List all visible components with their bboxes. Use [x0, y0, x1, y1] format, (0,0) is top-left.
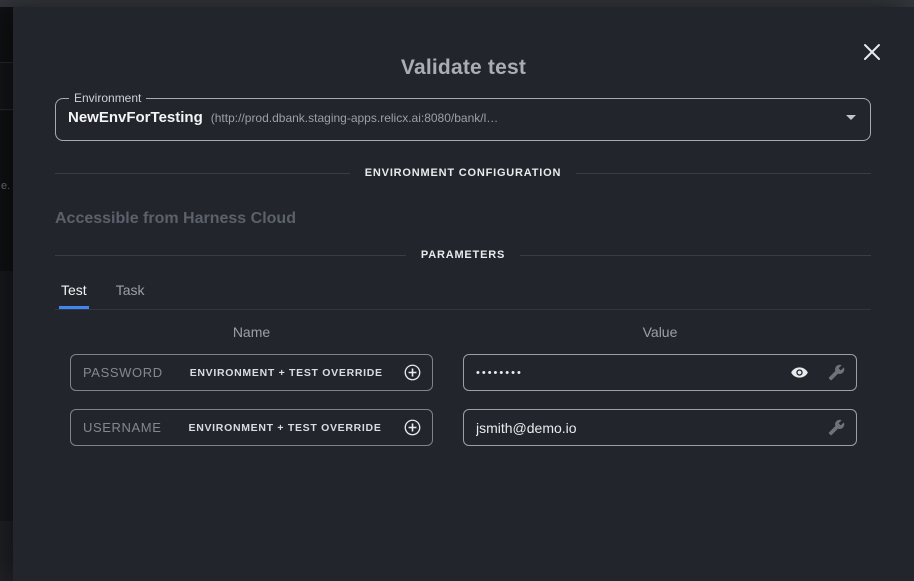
parameters-table-header: Name Value — [70, 324, 871, 340]
param-value-cell-password — [463, 354, 857, 391]
background-app-strip: e. — [0, 7, 13, 581]
wrench-icon — [828, 419, 845, 436]
background-app-section — [0, 7, 13, 63]
add-override-button[interactable] — [403, 363, 422, 382]
divider-line — [520, 255, 871, 256]
divider-line — [55, 173, 350, 174]
environment-configuration-caption: ENVIRONMENT CONFIGURATION — [365, 167, 561, 179]
divider-line — [576, 173, 871, 174]
background-clipped-text: e. — [1, 180, 10, 192]
param-name-label: PASSWORD — [83, 365, 163, 380]
configure-password-button[interactable] — [828, 364, 845, 381]
param-name-cell-password: PASSWORD ENVIRONMENT + TEST OVERRIDE — [70, 354, 433, 391]
param-name-label: USERNAME — [83, 420, 161, 435]
param-value-cell-username — [463, 409, 857, 446]
app-top-bar — [0, 0, 914, 7]
configure-username-button[interactable] — [828, 419, 845, 436]
eye-icon — [790, 363, 809, 382]
parameters-table: PASSWORD ENVIRONMENT + TEST OVERRIDE — [70, 354, 871, 446]
column-header-value: Value — [463, 324, 857, 340]
column-header-name: Name — [70, 324, 433, 340]
environment-label: Environment — [69, 91, 146, 105]
add-override-button[interactable] — [403, 418, 422, 437]
environment-url: (http://prod.dbank.staging-apps.relicx.a… — [211, 111, 499, 125]
reveal-password-button[interactable] — [790, 363, 809, 382]
param-name-cell-username: USERNAME ENVIRONMENT + TEST OVERRIDE — [70, 409, 433, 446]
divider-line — [55, 255, 406, 256]
plus-circle-icon — [403, 418, 422, 437]
parameters-caption: PARAMETERS — [421, 249, 505, 261]
override-badge: ENVIRONMENT + TEST OVERRIDE — [188, 422, 381, 434]
environment-name: NewEnvForTesting — [68, 109, 203, 126]
username-value-input[interactable] — [476, 420, 828, 436]
chevron-down-icon — [846, 115, 856, 120]
close-icon — [863, 43, 881, 61]
background-app-section — [0, 271, 13, 521]
background-app-section — [0, 64, 13, 110]
parameters-divider: PARAMETERS — [55, 249, 871, 261]
parameters-tabs: Test Task — [55, 282, 871, 310]
validate-test-modal: Validate test Environment NewEnvForTesti… — [13, 7, 914, 581]
accessible-from-label: Accessible from Harness Cloud — [55, 210, 871, 228]
environment-select[interactable]: Environment NewEnvForTesting (http://pro… — [55, 91, 871, 141]
tab-task[interactable]: Task — [114, 282, 147, 309]
tab-test[interactable]: Test — [59, 282, 89, 309]
page-title: Validate test — [13, 56, 914, 80]
environment-configuration-divider: ENVIRONMENT CONFIGURATION — [55, 167, 871, 179]
environment-selected-option[interactable]: NewEnvForTesting (http://prod.dbank.stag… — [68, 109, 856, 126]
background-app-section — [0, 521, 13, 581]
close-button[interactable] — [858, 38, 886, 66]
wrench-icon — [828, 364, 845, 381]
override-badge: ENVIRONMENT + TEST OVERRIDE — [190, 367, 383, 379]
plus-circle-icon — [403, 363, 422, 382]
password-value-input[interactable] — [476, 367, 790, 379]
